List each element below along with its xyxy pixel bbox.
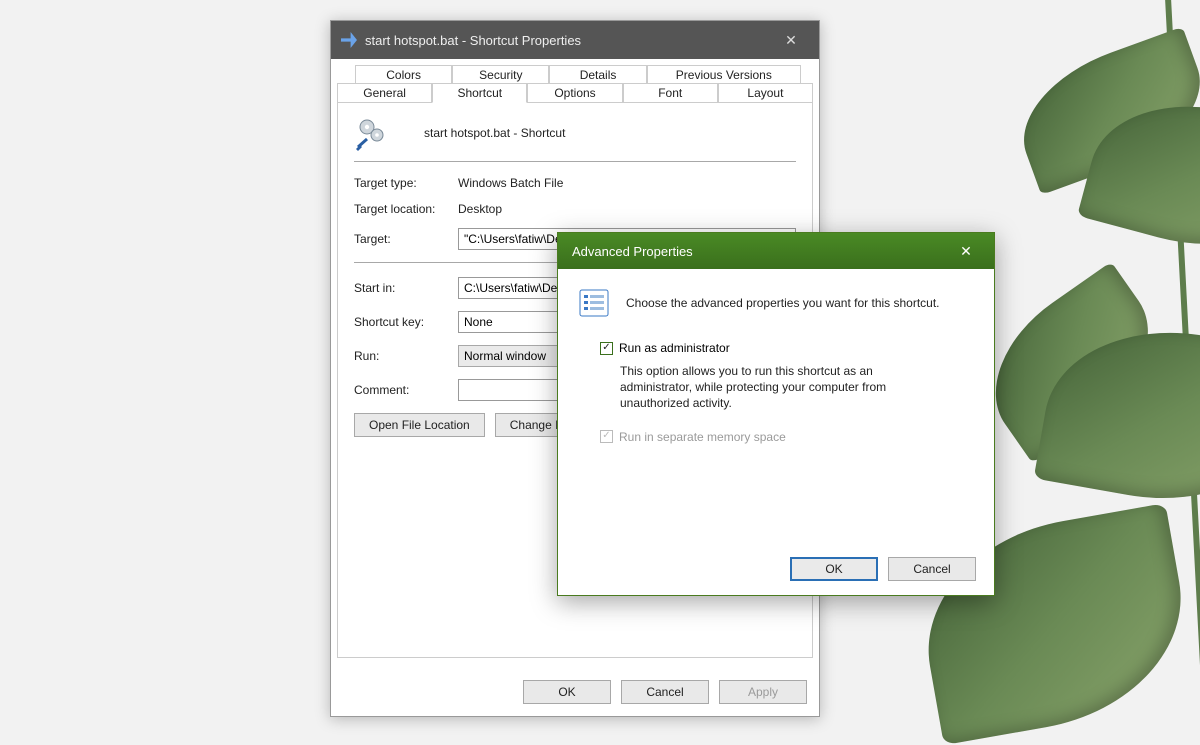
adv-titlebar[interactable]: Advanced Properties ✕ [558,233,994,269]
tab-font[interactable]: Font [623,83,718,103]
label-target-location: Target location: [354,202,458,216]
adv-close-icon[interactable]: ✕ [946,233,986,269]
cancel-button[interactable]: Cancel [621,680,709,704]
value-target-location: Desktop [458,202,502,216]
label-comment: Comment: [354,383,458,397]
label-shortcut-key: Shortcut key: [354,315,458,329]
tab-shortcut[interactable]: Shortcut [432,83,527,103]
close-icon[interactable]: ✕ [769,21,813,59]
run-as-admin-label: Run as administrator [619,341,730,355]
tab-details[interactable]: Details [549,65,646,84]
adv-title-text: Advanced Properties [572,244,946,259]
titlebar[interactable]: start hotspot.bat - Shortcut Properties … [331,21,819,59]
checkbox-icon [600,430,613,443]
open-file-location-button[interactable]: Open File Location [354,413,485,437]
shortcut-name: start hotspot.bat - Shortcut [424,126,565,140]
apply-button[interactable]: Apply [719,680,807,704]
checkbox-icon [600,342,613,355]
tab-layout[interactable]: Layout [718,83,813,103]
label-target-type: Target type: [354,176,458,190]
properties-list-icon [578,287,610,319]
shortcut-file-icon [341,32,357,48]
separate-memory-checkbox: Run in separate memory space [600,430,974,444]
run-select-value: Normal window [464,349,546,363]
separate-memory-label: Run in separate memory space [619,430,786,444]
gears-icon [354,115,390,151]
adv-intro-text: Choose the advanced properties you want … [626,296,940,310]
run-as-admin-desc: This option allows you to run this short… [620,363,940,412]
label-target: Target: [354,232,458,246]
tab-general[interactable]: General [337,83,432,103]
window-title: start hotspot.bat - Shortcut Properties [365,33,769,48]
value-target-type: Windows Batch File [458,176,563,190]
advanced-properties-dialog: Advanced Properties ✕ Choose the advance… [557,232,995,596]
adv-cancel-button[interactable]: Cancel [888,557,976,581]
label-start-in: Start in: [354,281,458,295]
tab-previous-versions[interactable]: Previous Versions [647,65,801,84]
adv-ok-button[interactable]: OK [790,557,878,581]
label-run: Run: [354,349,458,363]
tab-options[interactable]: Options [527,83,622,103]
tab-security[interactable]: Security [452,65,549,84]
run-as-admin-checkbox[interactable]: Run as administrator [600,341,974,355]
tab-colors[interactable]: Colors [355,65,452,84]
ok-button[interactable]: OK [523,680,611,704]
